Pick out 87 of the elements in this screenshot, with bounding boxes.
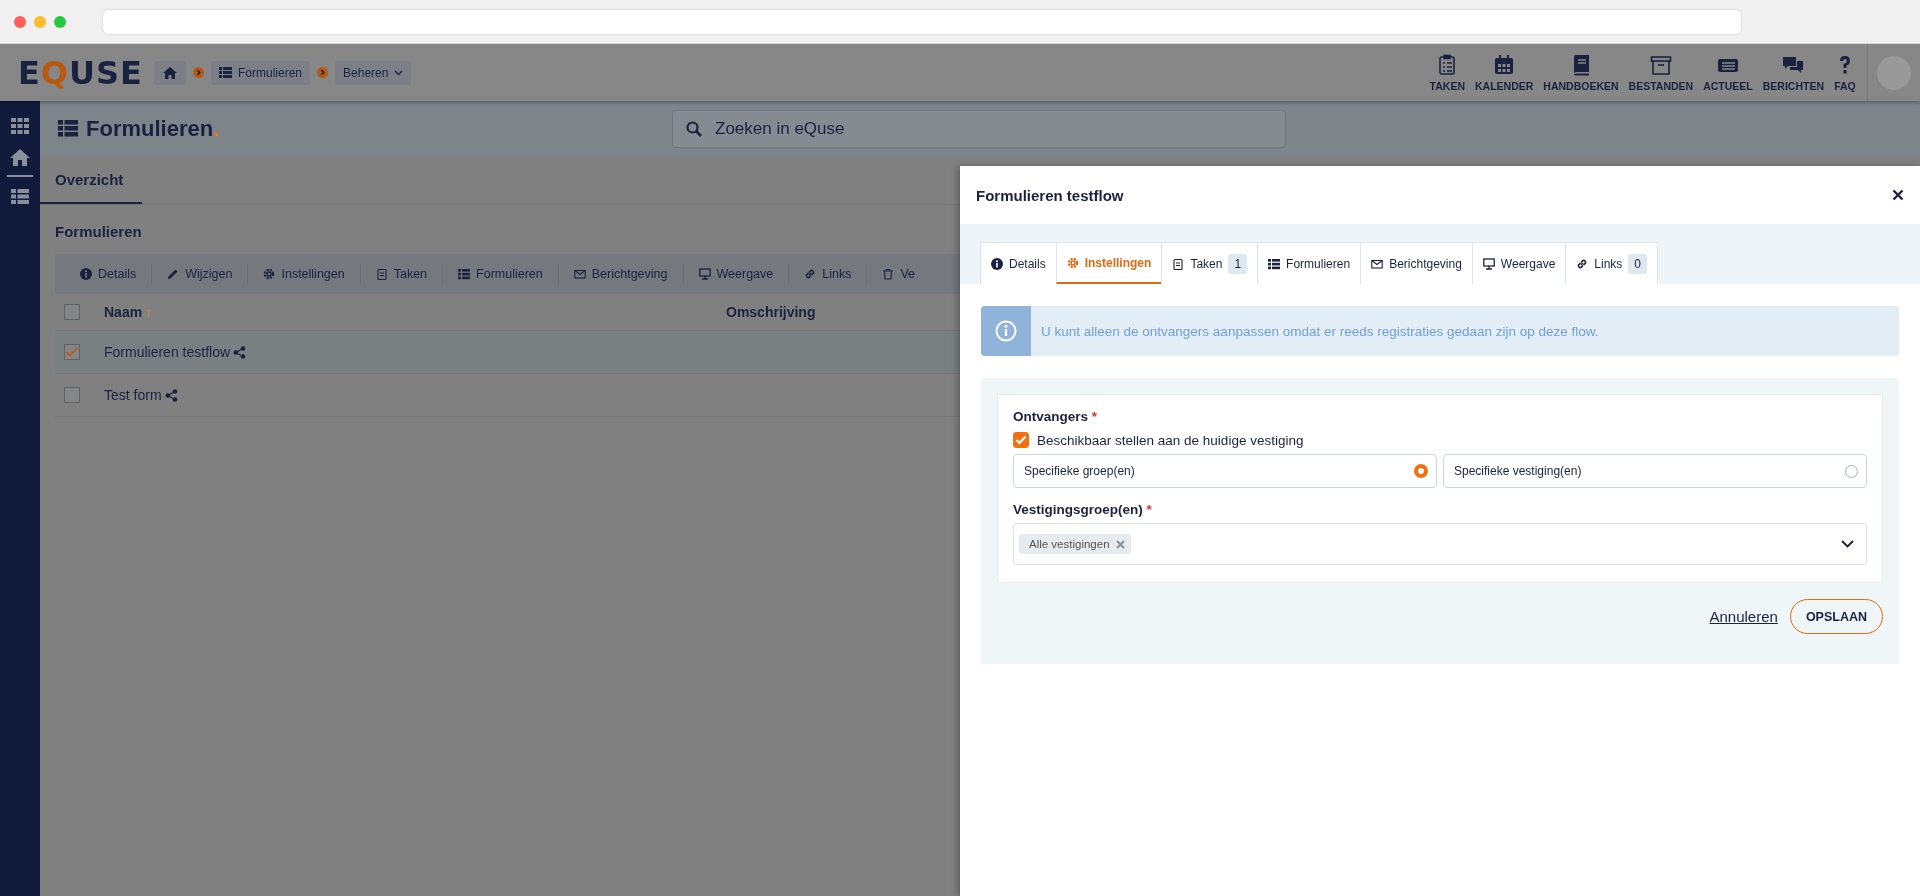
link-icon xyxy=(804,268,817,280)
toolbar-button[interactable]: Ve xyxy=(882,267,916,281)
cancel-link[interactable]: Annuleren xyxy=(1709,608,1778,625)
caret-icon xyxy=(394,69,404,76)
chevron-circle-icon xyxy=(193,67,204,78)
monitor-icon xyxy=(698,268,711,280)
tab[interactable]: Overzicht xyxy=(40,156,143,204)
list-icon[interactable] xyxy=(11,189,29,204)
settings-icon xyxy=(1066,256,1079,269)
nav-link[interactable]: BESTANDEN xyxy=(1623,44,1699,101)
tab[interactable]: Instellingen xyxy=(1055,242,1163,284)
envelope-icon xyxy=(573,268,586,280)
select-all-checkbox[interactable] xyxy=(64,304,80,320)
toolbar-button[interactable]: Instellingen xyxy=(263,267,345,281)
section-title: Formulieren xyxy=(55,223,143,240)
tab[interactable]: Details xyxy=(980,242,1057,284)
table-cell: Formulieren testflow xyxy=(104,344,231,360)
envelope-icon xyxy=(1371,257,1384,270)
calendar-icon xyxy=(1493,53,1516,76)
list-icon xyxy=(458,268,471,280)
toolbar-button[interactable]: Formulieren xyxy=(458,267,543,281)
toolbar-button[interactable]: Berichtgeving xyxy=(573,267,668,281)
tab[interactable]: Weergave xyxy=(1471,242,1567,284)
nav-link[interactable]: HANDBOEKEN xyxy=(1538,44,1624,101)
pencil-icon xyxy=(167,268,180,280)
field-label: Ontvangers * xyxy=(1013,409,1099,424)
nav-link[interactable]: ACTUEEL xyxy=(1698,44,1758,101)
clipboard-icon xyxy=(1172,257,1185,270)
monitor-icon xyxy=(1482,257,1495,270)
tag: Alle vestigingen xyxy=(1019,534,1131,554)
nav-link[interactable]: TAKEN xyxy=(1424,44,1470,101)
home-icon xyxy=(162,65,178,80)
count-badge: 0 xyxy=(1628,253,1648,274)
field-label: Vestigingsgroep(en) * xyxy=(1013,502,1153,517)
radio-option[interactable]: Specifieke groep(en) xyxy=(1013,454,1437,488)
trash-icon xyxy=(882,268,895,280)
toolbar-button[interactable]: Details xyxy=(80,267,137,281)
link-icon xyxy=(1576,257,1589,270)
share-icon[interactable] xyxy=(164,388,178,402)
nav-link[interactable]: BERICHTEN xyxy=(1757,44,1829,101)
share-icon[interactable] xyxy=(233,345,247,359)
close-window-icon[interactable] xyxy=(14,15,26,28)
panel-title: Formulieren testflow xyxy=(976,186,1124,204)
column-header[interactable]: Omschrijving xyxy=(726,304,816,320)
count-badge: 1 xyxy=(1228,253,1248,274)
toolbar-button[interactable]: Taken xyxy=(375,267,428,281)
tab[interactable]: Berichtgeving xyxy=(1360,242,1473,284)
info-icon xyxy=(995,320,1017,342)
grid-icon[interactable] xyxy=(11,118,29,134)
search-icon xyxy=(686,120,702,137)
archive-box-icon xyxy=(1649,53,1672,76)
table-cell: Test form xyxy=(104,387,162,403)
tab[interactable]: Formulieren xyxy=(1257,242,1362,284)
search-field[interactable]: Zoeken in eQuse xyxy=(672,109,1286,148)
chevron-circle-icon xyxy=(317,67,329,78)
info-icon xyxy=(991,257,1003,270)
page-title: Formulieren. xyxy=(86,115,220,142)
breadcrumb-link[interactable]: Formulieren xyxy=(211,60,311,85)
home-button[interactable] xyxy=(154,60,186,85)
info-message: U kunt alleen de ontvangers aanpassen omdat er reeds registraties gedaan zijn op deze flow. xyxy=(1040,323,1599,339)
close-icon[interactable] xyxy=(1892,189,1904,201)
row-checkbox[interactable] xyxy=(64,344,80,360)
home-icon[interactable] xyxy=(9,148,31,167)
list-icon xyxy=(58,120,78,137)
toolbar-button[interactable]: Links xyxy=(804,267,852,281)
radio-option[interactable]: Specifieke vestiging(en) xyxy=(1443,454,1867,488)
toolbar-button[interactable]: Weergave xyxy=(698,267,774,281)
tab[interactable]: Taken 1 xyxy=(1161,242,1259,284)
row-checkbox[interactable] xyxy=(64,387,80,403)
clipboard-icon xyxy=(375,268,388,280)
settings-icon xyxy=(263,268,276,280)
remove-icon[interactable] xyxy=(1115,539,1125,549)
checkbox[interactable] xyxy=(1013,432,1029,448)
nav-link[interactable]: FAQ xyxy=(1829,44,1861,101)
column-header[interactable]: Naam ↑ xyxy=(104,304,726,320)
maximize-window-icon[interactable] xyxy=(54,15,66,28)
logo[interactable]: EQUSE xyxy=(0,53,154,92)
list-icon xyxy=(219,67,232,78)
info-icon xyxy=(80,268,92,280)
tab[interactable]: Links 0 xyxy=(1565,242,1659,284)
nav-link[interactable]: KALENDER xyxy=(1469,44,1539,101)
list-icon xyxy=(1268,257,1281,270)
toolbar-button[interactable]: Wijzigen xyxy=(167,267,233,281)
breadcrumb-menu[interactable]: Beheren xyxy=(335,60,412,85)
checkbox-label: Beschikbaar stellen aan de huidige vestiging xyxy=(1037,432,1304,448)
multi-select-field[interactable]: Alle vestigingen xyxy=(1013,523,1867,565)
chevron-down-icon[interactable] xyxy=(1841,540,1854,548)
